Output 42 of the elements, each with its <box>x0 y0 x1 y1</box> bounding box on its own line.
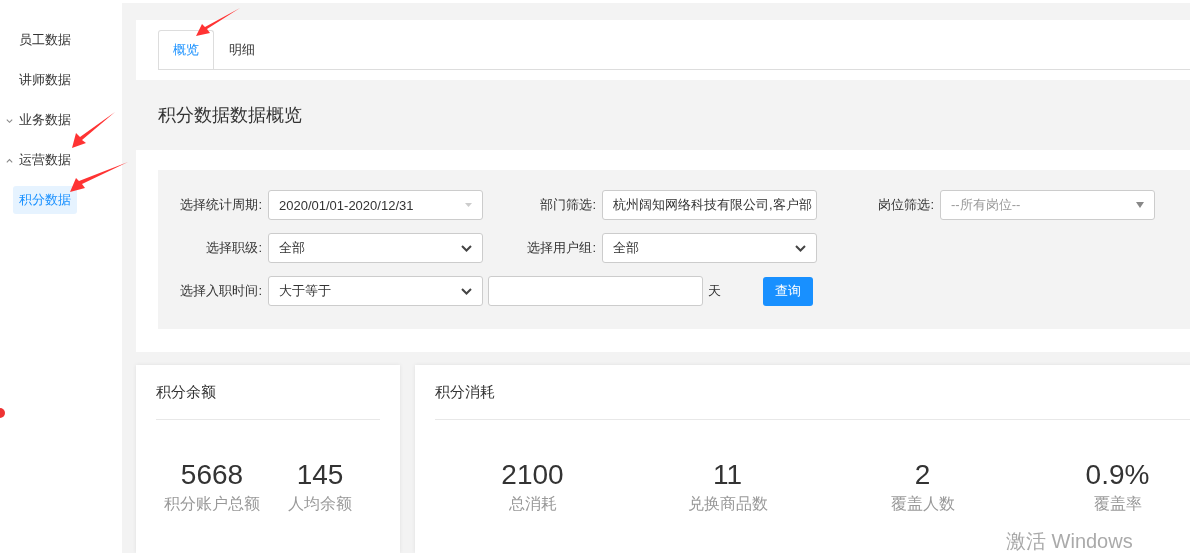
filter-label: 选择入职时间: <box>180 282 263 300</box>
tab[interactable]: 明细 <box>214 30 270 69</box>
filter-label: 选择用户组: <box>527 239 597 257</box>
stat-value: 145 <box>296 458 344 492</box>
input-field[interactable] <box>488 276 703 306</box>
stat-value: 11 <box>712 458 743 492</box>
card-title: 积分消耗 <box>435 365 1190 420</box>
filter-label: 岗位筛选: <box>878 196 935 214</box>
filter-label: 选择统计周期: <box>180 196 263 214</box>
stat-value: 2100 <box>501 458 564 492</box>
date-field[interactable]: 2020/01/01-2020/12/31 <box>268 190 483 220</box>
caret-icon <box>1136 202 1144 208</box>
stat-label: 覆盖人数 <box>890 494 955 514</box>
stat-value: 5668 <box>180 458 244 492</box>
stat-label: 人均余额 <box>288 494 352 514</box>
stat-label: 积分账户总额 <box>164 494 260 514</box>
stat-label: 兑换商品数 <box>687 494 768 514</box>
page-title: 积分数据数据概览 <box>158 104 303 127</box>
stat-value: 2 <box>914 458 931 492</box>
stat-label: 覆盖率 <box>1093 494 1142 514</box>
card-title: 积分余额 <box>156 365 380 420</box>
input-field[interactable]: 杭州阔知网络科技有限公司,客户部 <box>602 190 817 220</box>
activation-notice: 激活 Windows <box>1006 529 1133 553</box>
annotation-arrow <box>70 162 128 192</box>
select-field[interactable]: 大于等于 <box>268 276 483 306</box>
sidebar-item[interactable]: 员工数据 <box>19 28 71 52</box>
select-field[interactable]: 全部 <box>268 233 483 263</box>
sidebar-group[interactable]: 运营数据 <box>19 148 71 172</box>
annotation-arrow <box>196 8 240 36</box>
filter-label: 部门筛选: <box>540 196 597 214</box>
caret-icon <box>465 203 472 207</box>
chevron-down-icon <box>461 287 472 295</box>
sidebar-group[interactable]: 业务数据 <box>19 108 71 132</box>
annotation-arrow <box>72 112 115 148</box>
chevron-down-icon <box>461 244 472 252</box>
stat-value: 0.9% <box>1085 458 1150 492</box>
stat-label: 总消耗 <box>508 494 557 514</box>
chevron-down-icon <box>795 244 806 252</box>
filter-label: 选择职级: <box>206 239 263 257</box>
sidebar-item[interactable]: 讲师数据 <box>19 68 71 92</box>
select-field[interactable]: 全部 <box>602 233 817 263</box>
unit-label: 天 <box>708 282 721 300</box>
